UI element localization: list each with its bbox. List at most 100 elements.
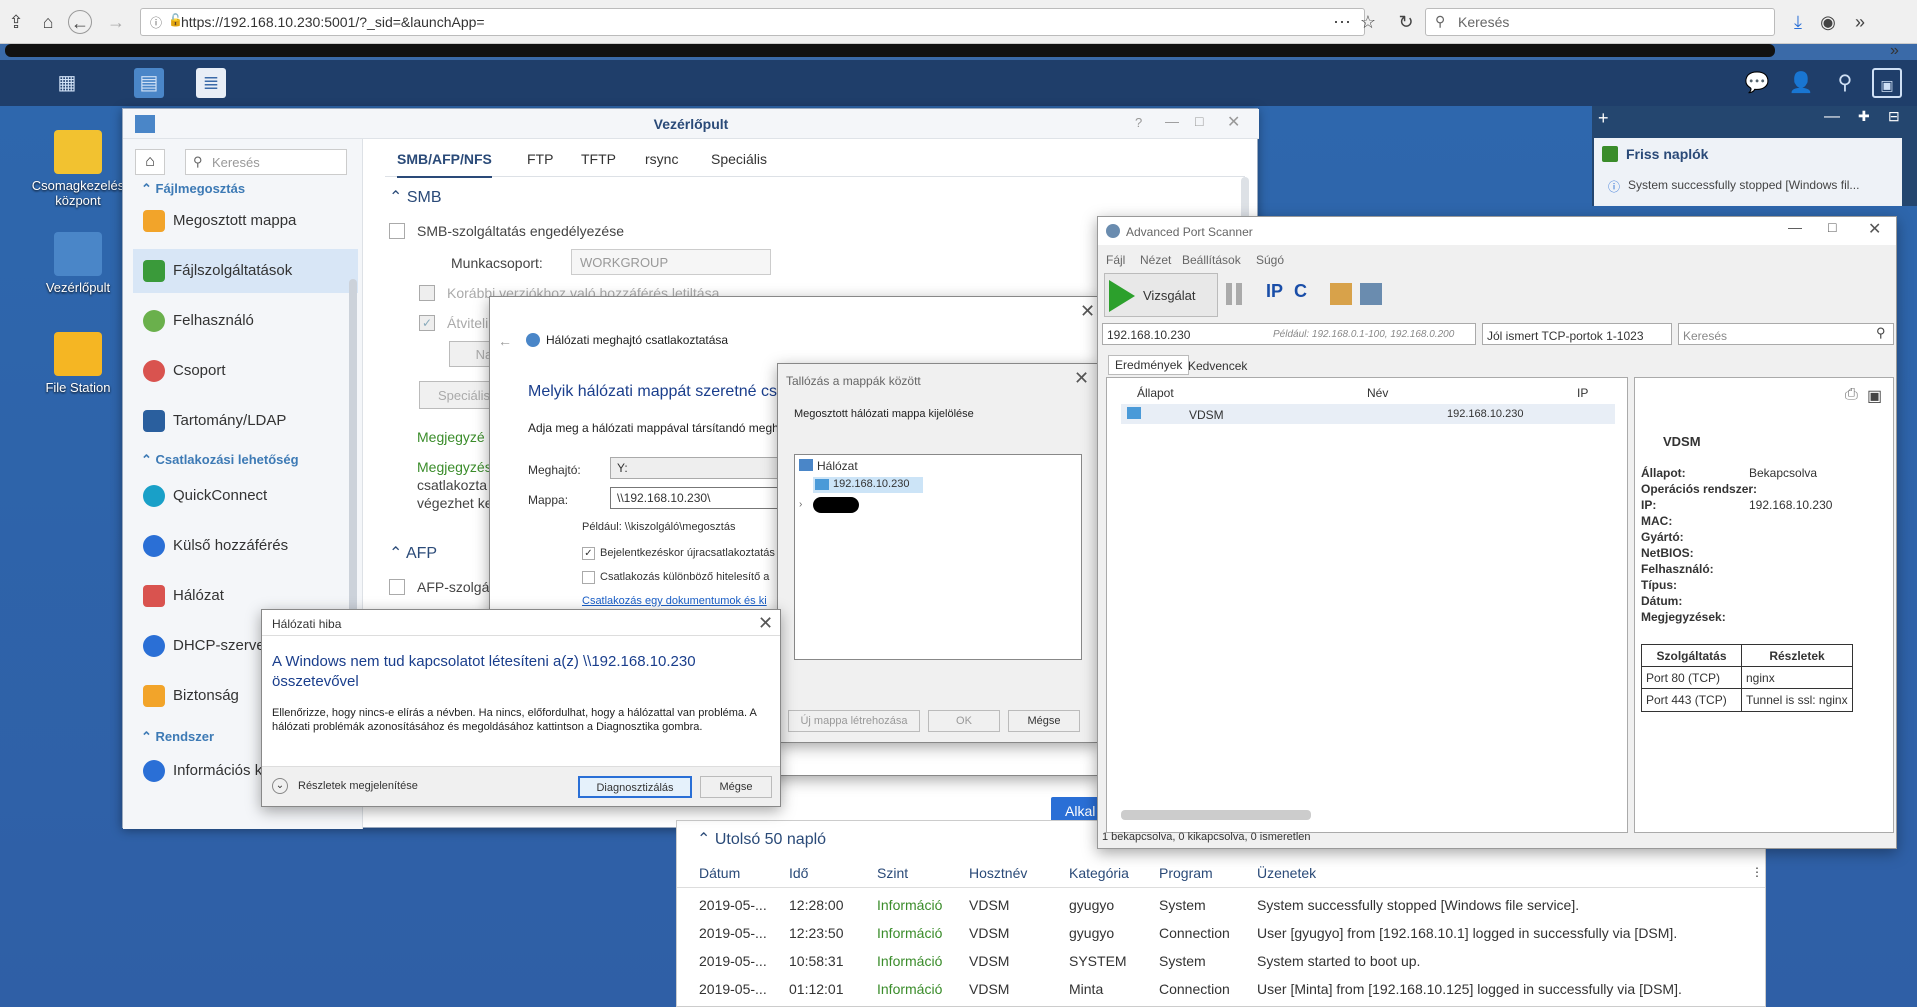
- tab-favorites[interactable]: Kedvencek: [1182, 357, 1253, 375]
- back-icon[interactable]: ←: [68, 10, 92, 34]
- control-panel-task-icon[interactable]: ▤: [134, 68, 164, 98]
- chat-icon[interactable]: 💬: [1742, 68, 1772, 98]
- menu-file[interactable]: Fájl: [1106, 253, 1125, 267]
- close-icon[interactable]: ✕: [758, 613, 773, 634]
- maximize-icon[interactable]: □: [1828, 219, 1836, 235]
- account-icon[interactable]: ◉: [1816, 10, 1840, 34]
- print-icon[interactable]: ⎙: [1845, 386, 1858, 404]
- different-credentials-checkbox[interactable]: [582, 571, 595, 584]
- chevron-down-icon[interactable]: ⌄: [272, 778, 288, 794]
- folder-tree[interactable]: Hálózat 192.168.10.230 ›: [794, 454, 1082, 660]
- minimize-icon[interactable]: —: [1165, 113, 1179, 129]
- col-message[interactable]: Üzenetek: [1257, 865, 1316, 881]
- lock-warning-icon[interactable]: 🔓: [168, 13, 183, 27]
- document-link[interactable]: Csatlakozás egy dokumentumok és ki: [582, 595, 767, 607]
- close-icon[interactable]: ✕: [1868, 219, 1881, 239]
- sidebar-item-quickconnect[interactable]: QuickConnect: [133, 474, 358, 518]
- home-icon[interactable]: ⌂: [36, 10, 60, 34]
- sidebar-item-external-access[interactable]: Külső hozzáférés: [133, 524, 358, 568]
- sidebar-item-shared-folder[interactable]: Megosztott mappa: [133, 199, 358, 243]
- user-icon[interactable]: 👤: [1786, 68, 1816, 98]
- cancel-button[interactable]: Mégse: [700, 776, 772, 798]
- workgroup-input[interactable]: WORKGROUP: [571, 249, 771, 275]
- afp-enable-checkbox[interactable]: [389, 579, 405, 595]
- chevron-icon[interactable]: »: [1890, 42, 1899, 60]
- tab-rsync[interactable]: rsync: [645, 151, 678, 167]
- star-icon[interactable]: ☆: [1356, 10, 1380, 34]
- col-category[interactable]: Kategória: [1069, 865, 1129, 881]
- main-menu-icon[interactable]: ▦: [52, 68, 82, 98]
- menu-help[interactable]: Súgó: [1256, 253, 1284, 267]
- close-icon[interactable]: ✕: [1080, 301, 1095, 322]
- upload-icon[interactable]: ⇪: [4, 10, 28, 34]
- cancel-button[interactable]: Mégse: [1008, 710, 1080, 732]
- transfer-checkbox[interactable]: ✓: [419, 315, 435, 331]
- col-ip[interactable]: IP: [1577, 386, 1588, 400]
- desktop-icon-control-panel[interactable]: Vezérlőpult: [28, 232, 128, 295]
- section-file-sharing[interactable]: ⌃ Fájlmegosztás: [141, 181, 245, 197]
- sidebar-item-user[interactable]: Felhasználó: [133, 299, 358, 343]
- menu-settings[interactable]: Beállítások: [1182, 253, 1241, 267]
- close-icon[interactable]: ✕: [1227, 112, 1240, 132]
- smb-enable-checkbox[interactable]: [389, 223, 405, 239]
- sidebar-item-domain-ldap[interactable]: Tartomány/LDAP: [133, 399, 358, 443]
- reload-icon[interactable]: ↻: [1394, 10, 1418, 34]
- col-host[interactable]: Hosztnév: [969, 865, 1027, 881]
- col-date[interactable]: Dátum: [699, 865, 740, 881]
- desktop-icon-file-station[interactable]: File Station: [28, 332, 128, 395]
- menu-view[interactable]: Nézet: [1140, 253, 1171, 267]
- browser-search-input[interactable]: Keresés: [1425, 8, 1775, 36]
- ip-range-input[interactable]: 192.168.10.230 Például: 192.168.0.1-100,…: [1102, 323, 1476, 345]
- tab-ftp[interactable]: FTP: [527, 151, 553, 167]
- col-level[interactable]: Szint: [877, 865, 908, 881]
- logs-header[interactable]: ⌃ Utolsó 50 napló: [697, 829, 826, 849]
- forward-icon[interactable]: →: [104, 10, 128, 34]
- tree-root[interactable]: Hálózat: [817, 459, 858, 473]
- drive-select[interactable]: Y:: [610, 457, 790, 479]
- class-c-icon[interactable]: C: [1294, 281, 1307, 302]
- sidebar-item-group[interactable]: Csoport: [133, 349, 358, 393]
- home-button[interactable]: ⌂: [135, 149, 165, 175]
- save-icon[interactable]: ▣: [1867, 386, 1882, 406]
- download-icon[interactable]: ⤓: [1786, 10, 1810, 34]
- col-name[interactable]: Név: [1367, 386, 1388, 400]
- section-system[interactable]: ⌃ Rendszer: [141, 729, 214, 745]
- new-folder-button[interactable]: Új mappa létrehozása: [788, 710, 920, 732]
- ip-tool-icon[interactable]: IP: [1266, 281, 1283, 302]
- col-status[interactable]: Állapot: [1137, 386, 1174, 400]
- collapse-icon[interactable]: ⊟: [1888, 108, 1900, 125]
- tab-smb-afp-nfs[interactable]: SMB/AFP/NFS: [397, 151, 492, 178]
- column-menu-icon[interactable]: ⋮: [1751, 865, 1763, 879]
- folder-input[interactable]: \\192.168.10.230\: [610, 487, 790, 509]
- url-input[interactable]: https://192.168.10.230:5001/?_sid=&launc…: [140, 8, 1365, 36]
- results-search-input[interactable]: Keresés: [1678, 323, 1894, 345]
- afp-section-header[interactable]: ⌃ AFP: [389, 543, 437, 563]
- tab-results[interactable]: Eredmények: [1108, 355, 1190, 375]
- maximize-icon[interactable]: □: [1195, 113, 1203, 129]
- search-icon[interactable]: ⚲: [1830, 68, 1860, 98]
- col-program[interactable]: Program: [1159, 865, 1213, 881]
- overflow-icon[interactable]: »: [1848, 10, 1872, 34]
- widgets-icon[interactable]: ▣: [1872, 68, 1902, 98]
- add-icon[interactable]: +: [1598, 108, 1609, 129]
- horizontal-scrollbar[interactable]: [1121, 810, 1311, 820]
- help-icon[interactable]: ?: [1135, 115, 1142, 130]
- tab-tftp[interactable]: TFTP: [581, 151, 616, 167]
- section-connectivity[interactable]: ⌃ Csatlakozási lehetőség: [141, 452, 299, 468]
- result-row[interactable]: VDSM 192.168.10.230: [1121, 404, 1615, 424]
- minimize-icon[interactable]: —: [1824, 108, 1840, 126]
- minimize-icon[interactable]: —: [1788, 219, 1802, 235]
- col-time[interactable]: Idő: [789, 865, 808, 881]
- log-center-task-icon[interactable]: ≣: [196, 68, 226, 98]
- expand-all-icon[interactable]: [1330, 283, 1352, 305]
- pause-icon[interactable]: [1226, 283, 1232, 305]
- smb-section-header[interactable]: ⌃ SMB: [389, 187, 442, 207]
- ok-button[interactable]: OK: [928, 710, 1000, 732]
- diagnose-button[interactable]: Diagnosztizálás: [578, 776, 692, 798]
- sidebar-item-file-services[interactable]: Fájlszolgáltatások: [133, 249, 358, 293]
- desktop-icon-package-center[interactable]: Csomagkezelés központ: [28, 130, 128, 208]
- tree-item-selected[interactable]: 192.168.10.230: [813, 477, 923, 493]
- expand-icon[interactable]: ›: [799, 499, 802, 510]
- info-icon[interactable]: ⓘ: [150, 14, 162, 31]
- sidebar-search-input[interactable]: Keresés: [185, 149, 347, 175]
